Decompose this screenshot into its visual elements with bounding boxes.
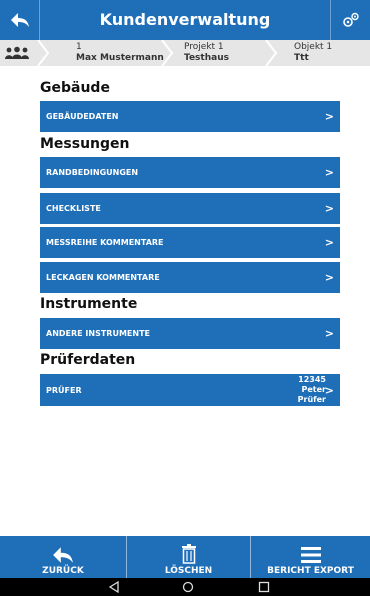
nav-home-icon[interactable] — [182, 581, 194, 593]
button-label: RANDBEDINGUNGEN — [46, 168, 139, 177]
chevron-right-icon: > — [324, 383, 334, 397]
section-title-gebaeude: Gebäude — [40, 80, 110, 96]
trash-icon — [181, 544, 196, 564]
pruefer-button[interactable]: PRÜFER 12345 Peter Prüfer > — [40, 374, 340, 406]
pruefer-info: 12345 Peter Prüfer — [298, 375, 326, 405]
report-export-button[interactable]: BERICHT EXPORT — [251, 536, 370, 578]
chevron-right-icon: > — [324, 236, 334, 249]
button-label: GEBÄUDEDATEN — [46, 112, 119, 121]
delete-button[interactable]: LÖSCHEN — [127, 536, 250, 578]
delete-button-label: LÖSCHEN — [164, 566, 213, 576]
breadcrumb-item-project[interactable]: Projekt 1 Testhaus — [184, 40, 264, 66]
pruefer-firstname: Peter — [301, 385, 326, 394]
back-arrow-icon — [53, 547, 73, 563]
chevron-right-icon: > — [324, 110, 334, 123]
pruefer-lastname: Prüfer — [297, 395, 326, 404]
app-header: Kundenverwaltung — [0, 0, 370, 40]
section-title-messungen: Messungen — [40, 136, 130, 152]
leckagen-kommentare-button[interactable]: LECKAGEN KOMMENTARE > — [40, 262, 340, 293]
gebaeudedaten-button[interactable]: GEBÄUDEDATEN > — [40, 101, 340, 132]
section-title-prueferdaten: Prüferdaten — [40, 352, 136, 368]
header-back-button[interactable] — [0, 0, 40, 40]
button-label: PRÜFER — [46, 385, 82, 395]
chevron-right-icon: > — [324, 271, 334, 284]
system-nav-bar — [0, 578, 370, 596]
messreihe-kommentare-button[interactable]: MESSREIHE KOMMENTARE > — [40, 227, 340, 258]
section-title-instrumente: Instrumente — [40, 296, 138, 312]
back-button[interactable]: ZURÜCK — [0, 536, 126, 578]
page-title: Kundenverwaltung — [99, 10, 271, 29]
nav-back-icon[interactable] — [109, 581, 119, 593]
chevron-right-icon: > — [324, 202, 334, 215]
bottom-action-bar: ZURÜCK LÖSCHEN BERICHT EXPORT — [0, 536, 370, 578]
button-label: CHECKLISTE — [46, 204, 101, 213]
andere-instrumente-button[interactable]: ANDERE INSTRUMENTE > — [40, 318, 340, 349]
people-icon[interactable] — [4, 46, 30, 60]
breadcrumb-item-customer[interactable]: 1 Max Mustermann — [76, 40, 166, 66]
chevron-right-icon: > — [324, 327, 334, 340]
randbedingungen-button[interactable]: RANDBEDINGUNGEN > — [40, 157, 340, 188]
gears-icon — [342, 12, 359, 27]
back-button-label: ZURÜCK — [42, 566, 84, 576]
breadcrumb-chevron-icon — [37, 40, 50, 66]
checkliste-button[interactable]: CHECKLISTE > — [40, 193, 340, 224]
pruefer-id: 12345 — [298, 375, 326, 384]
nav-recents-icon[interactable] — [258, 581, 270, 593]
button-label: LECKAGEN KOMMENTARE — [46, 273, 160, 282]
breadcrumb-chevron-icon — [265, 40, 278, 66]
menu-lines-icon — [300, 547, 321, 563]
back-arrow-icon — [10, 13, 29, 27]
breadcrumb-chevron-icon — [161, 40, 174, 66]
button-label: ANDERE INSTRUMENTE — [46, 329, 150, 338]
report-export-button-label: BERICHT EXPORT — [267, 566, 354, 576]
breadcrumb: 1 Max Mustermann Projekt 1 Testhaus Obje… — [0, 40, 370, 66]
button-label: MESSREIHE KOMMENTARE — [46, 238, 164, 247]
breadcrumb-item-object[interactable]: Objekt 1 Ttt — [294, 40, 364, 66]
settings-button[interactable] — [330, 0, 370, 40]
chevron-right-icon: > — [324, 166, 334, 179]
